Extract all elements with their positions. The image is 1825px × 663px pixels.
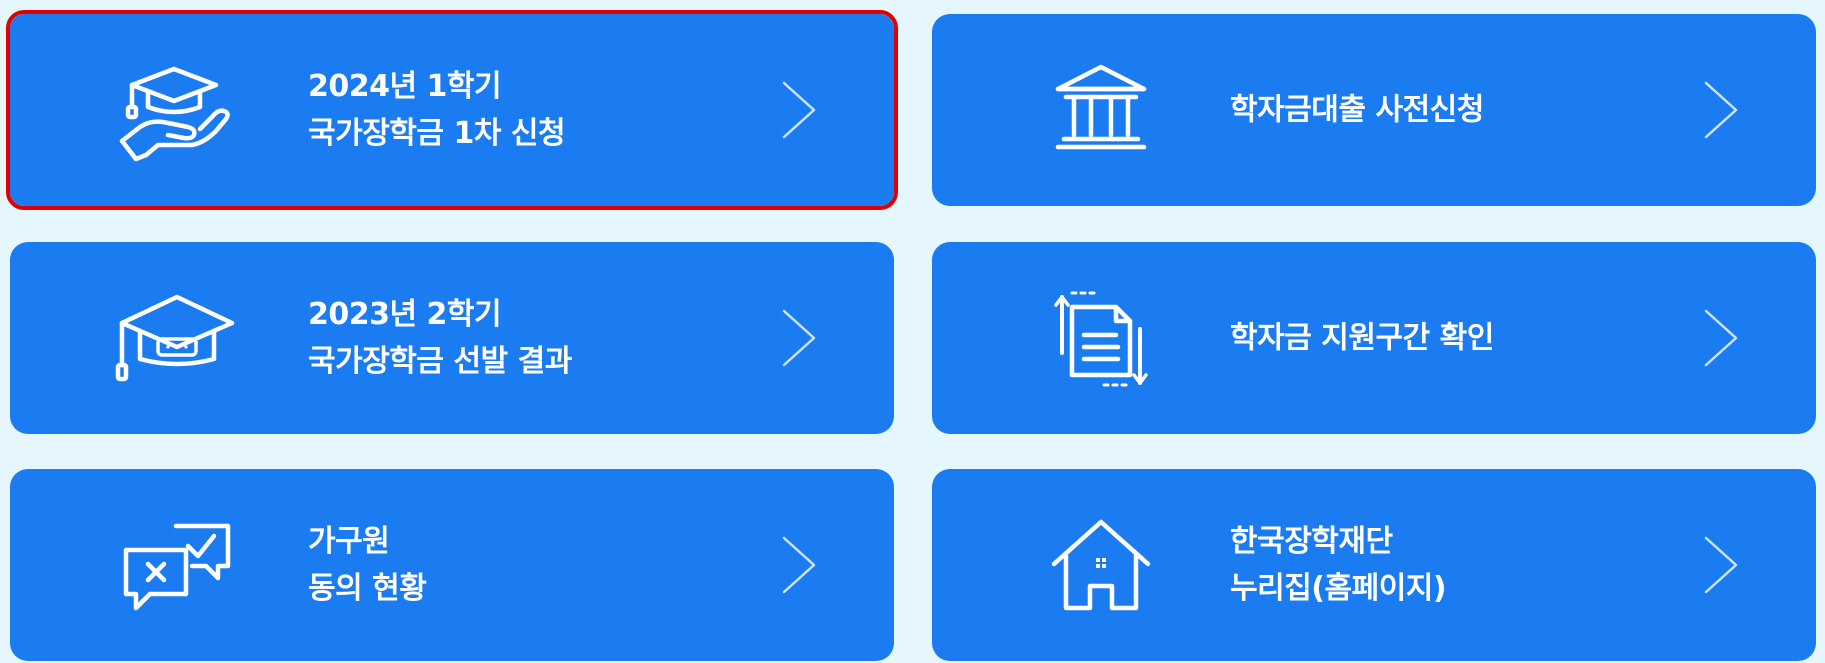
card-2023-second-semester-selection-result[interactable]: 2023년 2학기 국가장학금 선발 결과: [10, 242, 894, 434]
card-support-bracket-check[interactable]: 학자금 지원구간 확인: [932, 242, 1816, 434]
card-label: 2023년 2학기 국가장학금 선발 결과: [308, 291, 572, 385]
document-refresh-icon: [1036, 283, 1166, 393]
card-label: 2024년 1학기 국가장학금 1차 신청: [308, 63, 566, 157]
chevron-right-icon: [1702, 79, 1740, 141]
card-student-loan-pre-application[interactable]: 학자금대출 사전신청: [932, 14, 1816, 206]
chevron-right-icon: [1702, 307, 1740, 369]
card-label-line-1: 가구원: [308, 524, 390, 559]
card-label-line-2: 동의 현황: [308, 571, 427, 606]
card-label-line-1: 2024년 1학기: [308, 69, 502, 104]
card-label-line-1: 한국장학재단: [1230, 524, 1393, 559]
chevron-right-icon: [1702, 534, 1740, 596]
card-label: 학자금대출 사전신청: [1230, 87, 1484, 134]
card-label: 학자금 지원구간 확인: [1230, 315, 1494, 362]
card-label-line-2: 누리집(홈페이지): [1230, 571, 1447, 606]
graduation-cap-icon: [112, 283, 242, 393]
card-label: 가구원 동의 현황: [308, 518, 427, 612]
chevron-right-icon: [780, 79, 818, 141]
card-2024-first-semester-application[interactable]: 2024년 1학기 국가장학금 1차 신청: [6, 10, 898, 210]
card-label-line-1: 학자금 지원구간 확인: [1230, 320, 1494, 356]
card-label-line-2: 국가장학금 선발 결과: [308, 344, 572, 379]
chevron-right-icon: [780, 307, 818, 369]
card-label-line-2: 국가장학금 1차 신청: [308, 116, 566, 151]
house-icon: [1036, 510, 1166, 620]
card-label: 한국장학재단 누리집(홈페이지): [1230, 518, 1447, 612]
card-household-consent-status[interactable]: 가구원 동의 현황: [10, 469, 894, 661]
card-label-line-1: 2023년 2학기: [308, 297, 502, 332]
bank-building-icon: [1036, 55, 1166, 165]
chevron-right-icon: [780, 534, 818, 596]
chat-check-cross-icon: [112, 510, 242, 620]
card-label-line-1: 학자금대출 사전신청: [1230, 92, 1484, 128]
card-kosaf-homepage[interactable]: 한국장학재단 누리집(홈페이지): [932, 469, 1816, 661]
graduation-cap-hand-icon: [112, 55, 242, 165]
